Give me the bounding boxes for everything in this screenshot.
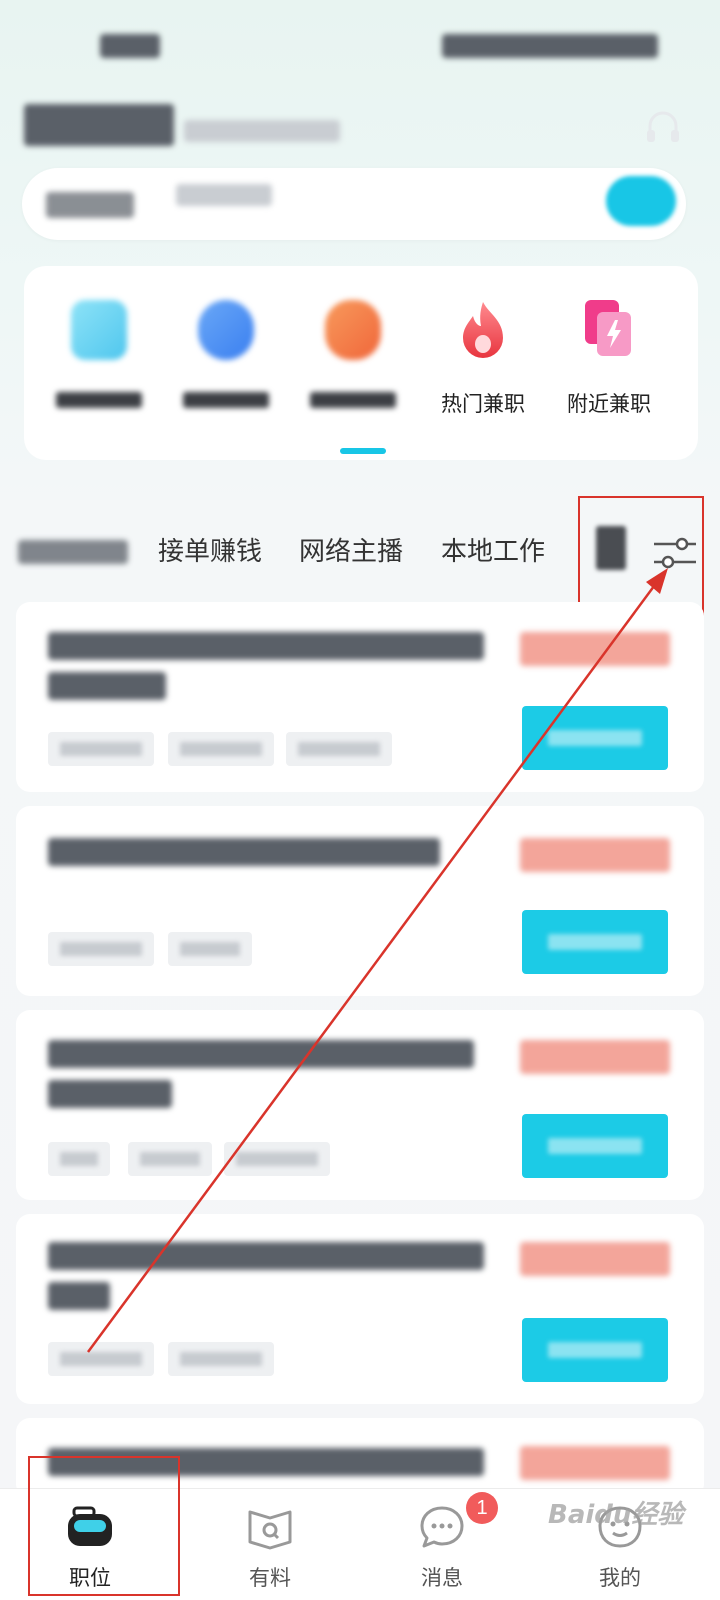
- category-label: [56, 392, 142, 408]
- tab-live-streaming[interactable]: 网络主播: [299, 531, 403, 568]
- job-title: [48, 1040, 474, 1068]
- blue-square-icon: [71, 300, 127, 360]
- watermark: Baidu经验: [548, 1500, 684, 1530]
- blue-blob-icon: [198, 300, 254, 360]
- job-card[interactable]: [16, 1214, 704, 1404]
- tab-recommend[interactable]: [18, 540, 128, 564]
- category-item-nearby[interactable]: 附近兼职: [554, 300, 664, 420]
- category-label: [310, 392, 396, 408]
- search-input[interactable]: [176, 184, 272, 206]
- lightning-card-icon: [585, 300, 631, 356]
- job-salary: [520, 632, 670, 666]
- app-subtitle: [184, 120, 340, 142]
- apply-button[interactable]: [522, 1318, 668, 1382]
- flame-icon: [463, 302, 503, 358]
- status-time: [100, 34, 160, 58]
- apply-button[interactable]: [522, 910, 668, 974]
- nav-label: 我的: [599, 1567, 641, 1590]
- job-tag: [168, 1342, 274, 1376]
- message-badge: 1: [466, 1492, 498, 1524]
- app-title: [24, 104, 174, 146]
- nav-item-content[interactable]: 有料: [180, 1500, 360, 1596]
- orange-blob-icon: [325, 300, 381, 360]
- category-item-1[interactable]: [44, 300, 154, 420]
- job-card[interactable]: [16, 806, 704, 996]
- category-label: 附近兼职: [567, 393, 651, 416]
- job-salary: [520, 1446, 670, 1480]
- apply-button[interactable]: [522, 1114, 668, 1178]
- location-selector[interactable]: [46, 192, 134, 218]
- category-item-3[interactable]: [298, 300, 408, 420]
- category-label: 热门兼职: [441, 393, 525, 416]
- nav-item-messages[interactable]: 消息: [352, 1500, 532, 1596]
- job-title: [48, 1080, 172, 1108]
- apply-button[interactable]: [522, 706, 668, 770]
- job-tag: [168, 732, 274, 766]
- job-tag: [168, 932, 252, 966]
- category-item-hot[interactable]: 热门兼职: [428, 300, 538, 420]
- job-tag: [48, 1342, 154, 1376]
- job-tag: [48, 732, 154, 766]
- headset-icon[interactable]: [644, 108, 682, 146]
- category-item-2[interactable]: [171, 300, 281, 420]
- job-salary: [520, 1242, 670, 1276]
- job-tag: [48, 932, 154, 966]
- job-salary: [520, 838, 670, 872]
- job-title: [48, 1242, 484, 1270]
- job-tag: [224, 1142, 330, 1176]
- nav-label: 消息: [421, 1567, 463, 1590]
- category-label: [183, 392, 269, 408]
- job-title: [48, 1282, 110, 1310]
- annotation-box-jobs-tab: [28, 1456, 180, 1596]
- job-title: [48, 838, 440, 866]
- nav-label: 有料: [249, 1567, 291, 1590]
- book-icon: [248, 1510, 292, 1550]
- category-page-indicator: [340, 448, 386, 454]
- tab-local-work[interactable]: 本地工作: [441, 531, 545, 568]
- search-button[interactable]: [606, 176, 676, 226]
- job-tag: [128, 1142, 212, 1176]
- job-card[interactable]: [16, 602, 704, 792]
- status-icons: [442, 34, 658, 58]
- job-card[interactable]: [16, 1010, 704, 1200]
- job-tag: [286, 732, 392, 766]
- job-salary: [520, 1040, 670, 1074]
- job-title: [48, 672, 166, 700]
- chat-icon: [420, 1506, 464, 1548]
- job-title: [48, 632, 484, 660]
- tab-order-earn[interactable]: 接单赚钱: [158, 531, 262, 568]
- job-tag: [48, 1142, 110, 1176]
